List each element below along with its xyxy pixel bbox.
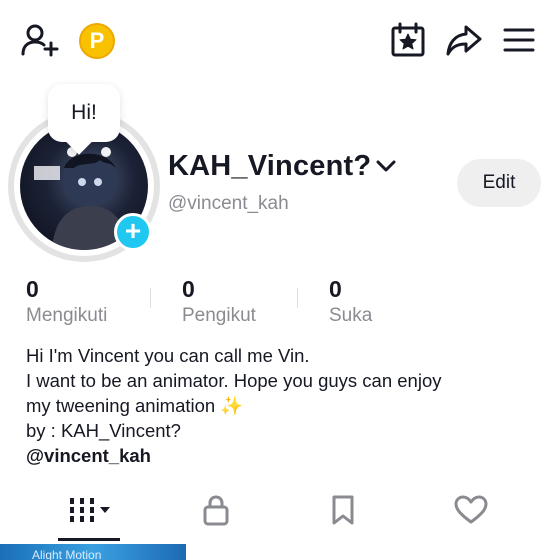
bio-line: by : KAH_Vincent?: [26, 420, 181, 441]
stat-divider: [297, 288, 298, 308]
bio-line: I want to be an animator. Hope you guys …: [26, 370, 442, 391]
lock-icon: [202, 494, 230, 531]
stat-likes-label: Suka: [329, 305, 373, 326]
stat-following[interactable]: 0 Mengikuti: [26, 276, 107, 327]
edit-profile-button[interactable]: Edit: [457, 159, 541, 207]
stat-followers-value: 0: [182, 276, 195, 302]
bookmark-icon: [330, 494, 356, 531]
username-switcher[interactable]: KAH_Vincent?: [168, 150, 397, 183]
coin-letter: P: [89, 28, 105, 53]
stat-followers-label: Pengikut: [182, 305, 256, 326]
profile-tabs: [0, 487, 560, 543]
stat-followers[interactable]: 0 Pengikut: [182, 276, 256, 327]
active-tab-indicator: [58, 538, 120, 541]
stat-divider: [150, 288, 151, 308]
bio-line: my tweening animation ✨: [26, 395, 244, 416]
coin-balance-button[interactable]: P: [79, 23, 115, 59]
top-bar: P: [0, 0, 560, 80]
share-arrow-icon[interactable]: [444, 22, 484, 58]
stat-likes[interactable]: 0 Suka: [329, 276, 372, 327]
profile-bio: Hi I'm Vincent you can call me Vin. I wa…: [26, 343, 546, 468]
tab-videos[interactable]: [56, 487, 126, 537]
stat-following-value: 0: [26, 276, 39, 302]
person-plus-icon[interactable]: [20, 22, 60, 58]
tab-liked[interactable]: [436, 487, 506, 537]
grid-videos-icon: [68, 496, 114, 529]
video-thumbnail[interactable]: Alight Motion: [0, 544, 186, 560]
chevron-down-icon: [375, 159, 397, 178]
tab-private[interactable]: [181, 487, 251, 537]
video-grid-empty: [186, 544, 560, 560]
add-avatar-button[interactable]: +: [114, 213, 152, 251]
status-bubble[interactable]: Hi!: [48, 84, 120, 142]
hamburger-menu-icon[interactable]: [501, 24, 537, 56]
profile-stats: 0 Mengikuti 0 Pengikut 0 Suka: [0, 276, 560, 332]
heart-icon: [454, 495, 488, 530]
tab-saved[interactable]: [308, 487, 378, 537]
profile-handle: @vincent_kah: [168, 193, 289, 214]
calendar-star-icon[interactable]: [388, 21, 428, 59]
thumbnail-watermark: Alight Motion: [32, 548, 102, 560]
stat-following-label: Mengikuti: [26, 305, 108, 326]
status-bubble-text: Hi!: [71, 101, 97, 124]
bio-line: Hi I'm Vincent you can call me Vin.: [26, 345, 310, 366]
stat-likes-value: 0: [329, 276, 342, 302]
username: KAH_Vincent?: [168, 150, 372, 182]
bio-handle-link[interactable]: @vincent_kah: [26, 443, 546, 468]
